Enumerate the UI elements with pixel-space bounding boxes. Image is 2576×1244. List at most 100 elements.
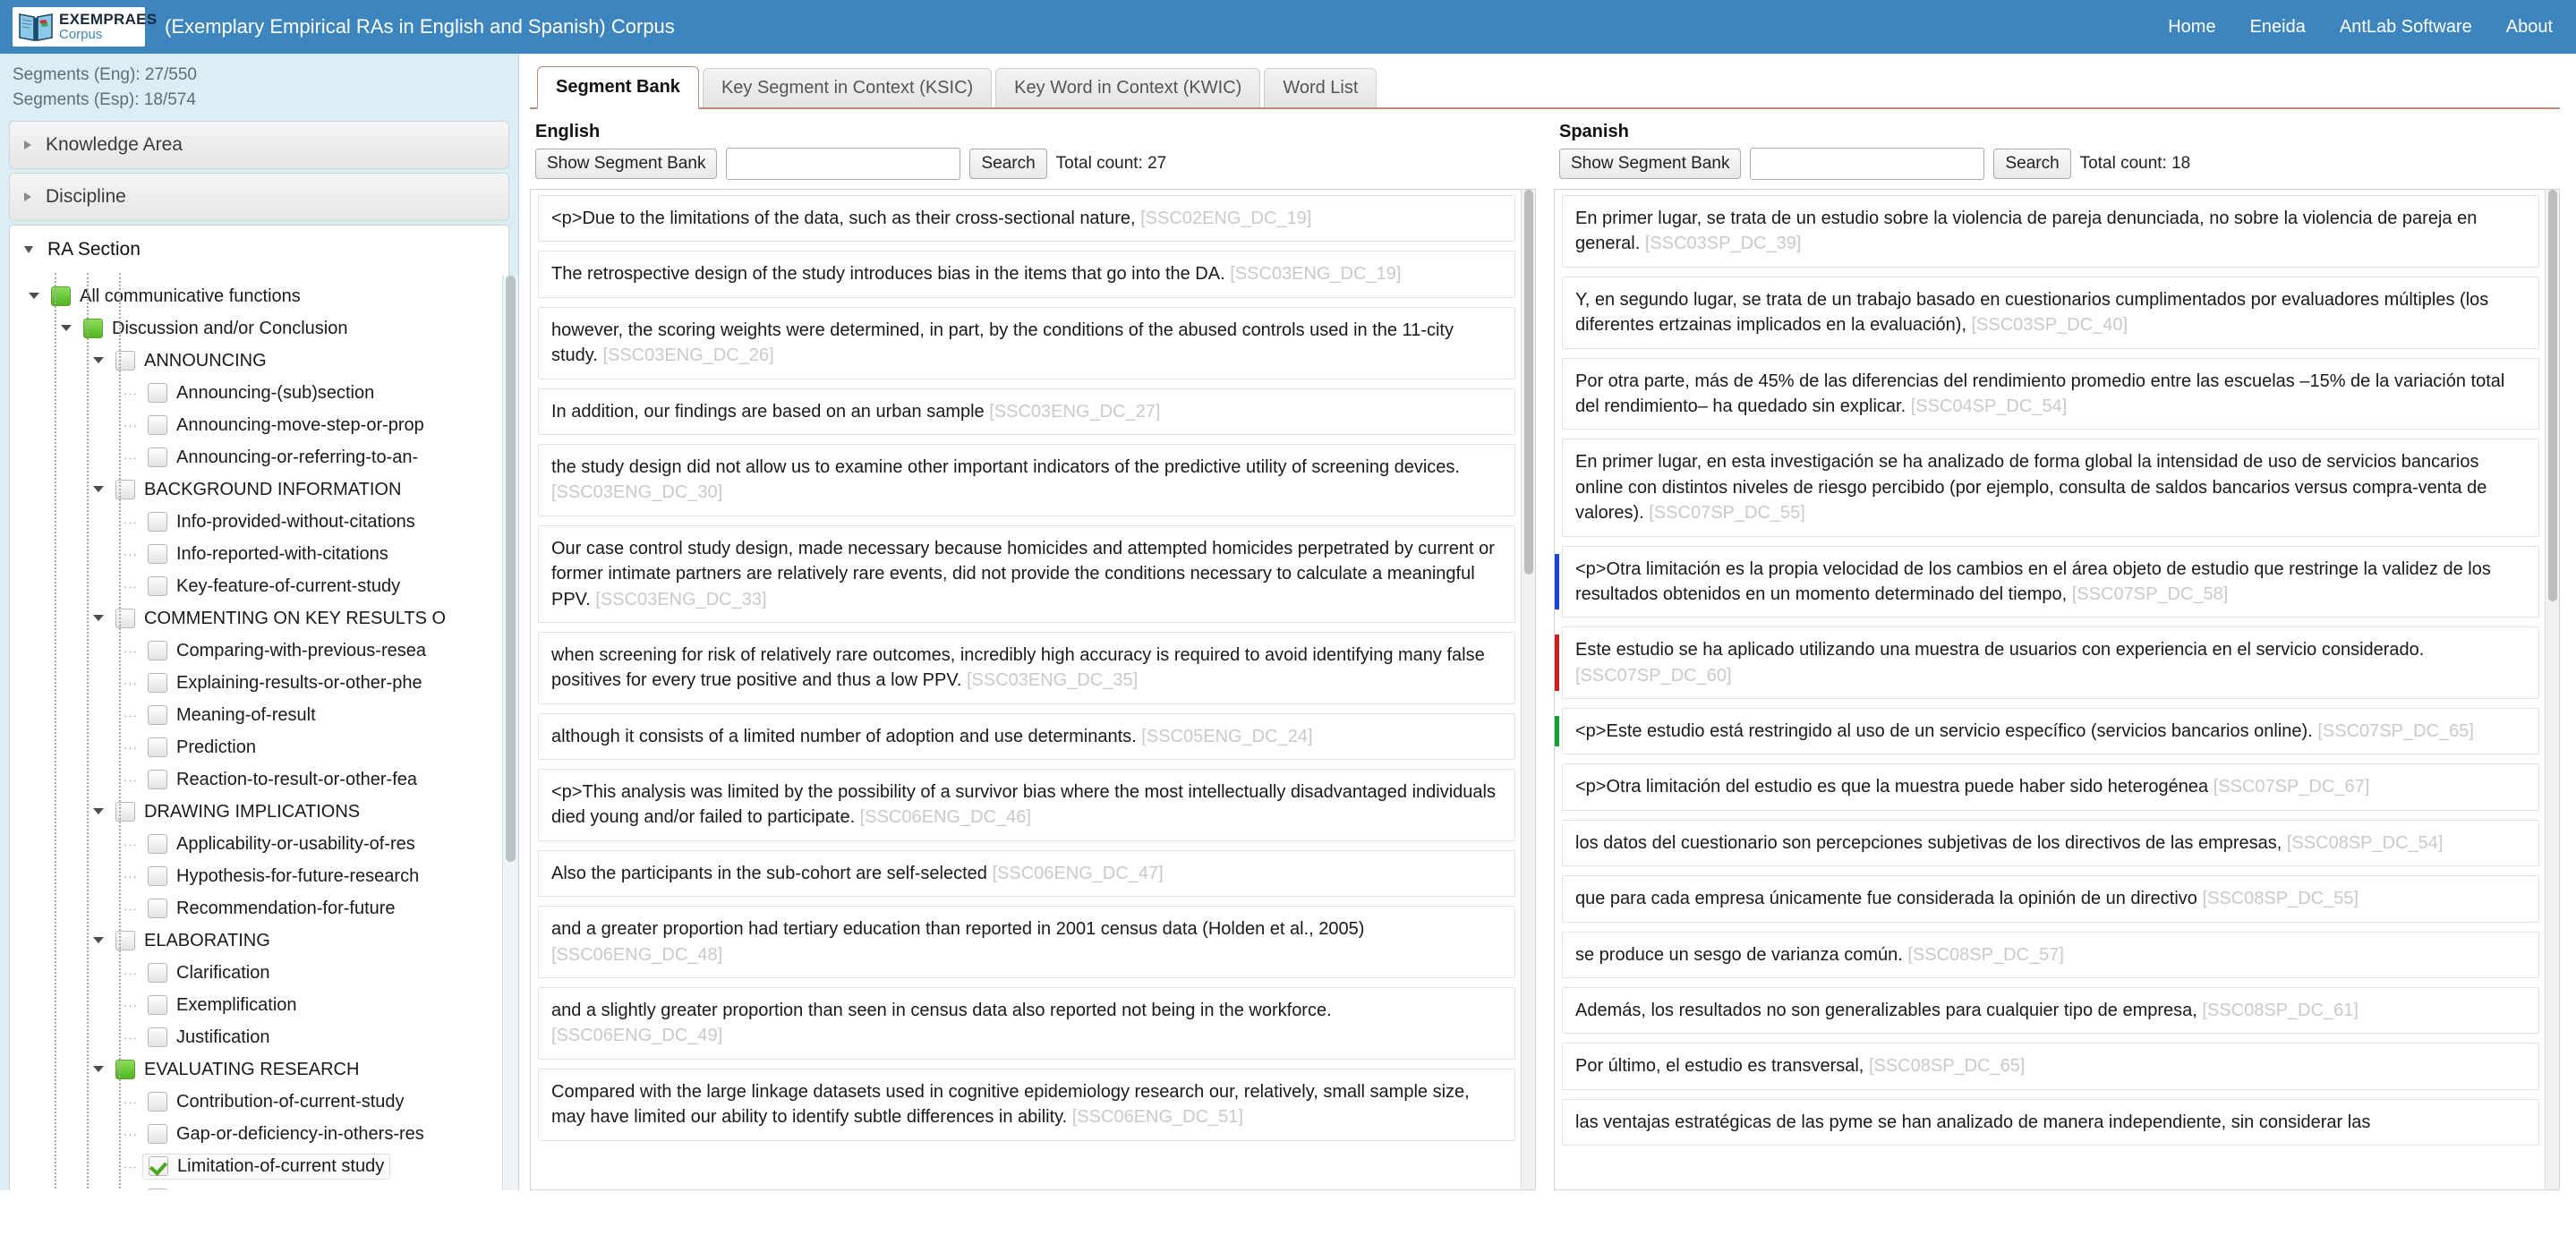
segment-item[interactable]: however, the scoring weights were determ… (538, 306, 1515, 379)
tree-collapse-toggle-icon[interactable] (87, 807, 110, 815)
tree-node-body[interactable]: Reaction-to-result-or-other-fea (142, 768, 422, 792)
tree-node-body[interactable]: Gap-or-deficiency-in-others-res (142, 1122, 430, 1146)
english-list-scrollbar[interactable] (1521, 190, 1535, 1189)
tree-checkbox[interactable] (148, 737, 167, 758)
segment-item[interactable]: <p>Otra limitación del estudio es que la… (1562, 763, 2539, 811)
tree-node[interactable]: ··· Comparing-with-previous-resea (10, 635, 508, 667)
nav-item-eneida[interactable]: Eneida (2250, 17, 2306, 38)
tree-node-body[interactable]: Justification (142, 1026, 276, 1050)
tree-node[interactable]: BACKGROUND INFORMATION (10, 473, 508, 506)
tree-checkbox[interactable] (148, 866, 167, 887)
segment-item[interactable]: <p>Otra limitación es la propia velocida… (1555, 545, 2539, 618)
segment-item[interactable]: Our case control study design, made nece… (538, 524, 1515, 623)
tree-node-body[interactable]: BACKGROUND INFORMATION (110, 478, 406, 502)
tree-checkbox[interactable] (148, 899, 167, 919)
tree-node[interactable]: ··· Clarification (10, 957, 508, 989)
tree-node-body[interactable]: Info-reported-with-citations (142, 542, 394, 567)
tree-node[interactable]: ···Positive-evaluation-of-the-state (10, 1182, 508, 1190)
tree-collapse-toggle-icon[interactable] (87, 936, 110, 944)
brand-logo[interactable]: EXEMPRAES Corpus (13, 7, 157, 47)
spanish-search-button[interactable]: Search (1993, 149, 2071, 179)
segment-item[interactable]: <p>Due to the limitations of the data, s… (538, 195, 1515, 243)
tree-node[interactable]: ··· Recommendation-for-future (10, 892, 508, 924)
tree-node-body[interactable]: Announcing-(sub)section (142, 381, 380, 405)
segment-item[interactable]: En primer lugar, se trata de un estudio … (1562, 195, 2539, 268)
tree-node-body[interactable]: Announcing-move-step-or-prop (142, 413, 430, 438)
sidebar-scrollbar[interactable] (502, 276, 518, 1190)
spanish-list-scrollbar-thumb[interactable] (2548, 190, 2557, 601)
tree-checkbox[interactable] (148, 673, 167, 694)
tree-node-body[interactable]: Prediction (142, 736, 261, 760)
tree-node[interactable]: ··· Announcing-(sub)section (10, 377, 508, 409)
segment-item[interactable]: and a slightly greater proportion than s… (538, 987, 1515, 1060)
tree-node[interactable]: Discussion and/or Conclusion (10, 312, 508, 345)
tree-checkbox[interactable] (148, 544, 167, 565)
spanish-show-segment-bank-button[interactable]: Show Segment Bank (1559, 149, 1742, 179)
segment-item[interactable]: las ventajas estratégicas de las pyme se… (1562, 1098, 2539, 1146)
tree-node[interactable]: ··· Info-provided-without-citations (10, 506, 508, 538)
tree-checkbox[interactable] (148, 576, 167, 597)
tree-node-body[interactable]: ELABORATING (110, 929, 276, 953)
accordion-knowledge-area[interactable]: Knowledge Area (9, 121, 509, 170)
tree-checkbox[interactable] (148, 995, 167, 1016)
tree-node-body[interactable]: Meaning-of-result (142, 703, 321, 728)
tree-node[interactable]: DRAWING IMPLICATIONS (10, 796, 508, 828)
segment-item[interactable]: Este estudio se ha aplicado utilizando u… (1555, 626, 2539, 700)
tree-collapse-toggle-icon[interactable] (22, 292, 46, 300)
tab-segment-bank[interactable]: Segment Bank (537, 66, 699, 109)
tree-node-body[interactable]: Key-feature-of-current-study (142, 575, 405, 599)
tree-checkbox[interactable] (148, 1027, 167, 1048)
tree-checkbox[interactable] (148, 383, 167, 404)
segment-item[interactable]: Y, en segundo lugar, se trata de un trab… (1562, 276, 2539, 349)
tree-node-body[interactable]: Contribution-of-current-study (142, 1090, 410, 1114)
segment-item[interactable]: The retrospective design of the study in… (538, 251, 1515, 298)
tree-node[interactable]: ··· Justification (10, 1021, 508, 1053)
tree-checkbox[interactable] (148, 834, 167, 855)
spanish-search-input[interactable] (1750, 148, 1985, 180)
tree-collapse-toggle-icon[interactable] (87, 614, 110, 622)
english-search-button[interactable]: Search (969, 149, 1047, 179)
accordion-ra-section[interactable]: RA Section (9, 225, 509, 274)
segment-item[interactable]: los datos del cuestionario son percepcio… (1562, 819, 2539, 867)
tab-ksic[interactable]: Key Segment in Context (KSIC) (702, 68, 993, 107)
tree-checkbox[interactable] (148, 641, 167, 661)
tree-node[interactable]: ··· Prediction (10, 731, 508, 763)
segment-item[interactable]: In addition, our findings are based on a… (538, 388, 1515, 435)
segment-item[interactable]: when screening for risk of relatively ra… (538, 631, 1515, 704)
tree-checkbox[interactable] (148, 963, 167, 984)
tree-node-body[interactable]: Clarification (142, 961, 275, 985)
segment-item[interactable]: Por otra parte, más de 45% de las difere… (1562, 357, 2539, 430)
tree-node[interactable]: ··· Contribution-of-current-study (10, 1086, 508, 1118)
tree-node[interactable]: EVALUATING RESEARCH (10, 1053, 508, 1086)
accordion-discipline[interactable]: Discipline (9, 173, 509, 222)
tree-collapse-toggle-icon[interactable] (87, 356, 110, 364)
tree-node[interactable]: ··· Reaction-to-result-or-other-fea (10, 763, 508, 796)
tree-node[interactable]: ··· Hypothesis-for-future-research (10, 860, 508, 892)
tree-node-body[interactable]: COMMENTING ON KEY RESULTS O (110, 607, 451, 631)
tree-node-body[interactable]: Limitation-of-current study (142, 1153, 391, 1180)
tree-checkbox[interactable] (148, 1092, 167, 1112)
english-list-scrollbar-thumb[interactable] (1524, 190, 1533, 575)
nav-item-antlab-software[interactable]: AntLab Software (2340, 17, 2472, 38)
segment-item[interactable]: Por último, el estudio es transversal, [… (1562, 1043, 2539, 1090)
tree-node-body[interactable]: Recommendation-for-future (142, 897, 401, 921)
tree-node-body[interactable]: All communicative functions (46, 285, 306, 309)
tree-checkbox[interactable] (149, 1156, 168, 1177)
tree-node[interactable]: All communicative functions (10, 280, 508, 312)
segment-item[interactable]: Además, los resultados no son generaliza… (1562, 987, 2539, 1035)
tree-checkbox[interactable] (148, 705, 167, 726)
tree-node-body[interactable]: Positive-evaluation-of-the-state (142, 1187, 429, 1190)
tree-node-body[interactable]: EVALUATING RESEARCH (110, 1058, 364, 1082)
segment-item[interactable]: que para cada empresa únicamente fue con… (1562, 875, 2539, 923)
nav-item-about[interactable]: About (2506, 17, 2553, 38)
tree-collapse-toggle-icon[interactable] (87, 1065, 110, 1073)
segment-item[interactable]: and a greater proportion had tertiary ed… (538, 906, 1515, 979)
tree-node-body[interactable]: Info-provided-without-citations (142, 510, 421, 534)
tree-node[interactable]: COMMENTING ON KEY RESULTS O (10, 602, 508, 635)
tree-node[interactable]: ··· Applicability-or-usability-of-res (10, 828, 508, 860)
tree-node-body[interactable]: Explaining-results-or-other-phe (142, 671, 428, 695)
tree-checkbox[interactable] (148, 415, 167, 436)
segment-item[interactable]: although it consists of a limited number… (538, 712, 1515, 761)
tree-node[interactable]: ··· Announcing-move-step-or-prop (10, 409, 508, 441)
tree-collapse-toggle-icon[interactable] (87, 485, 110, 493)
